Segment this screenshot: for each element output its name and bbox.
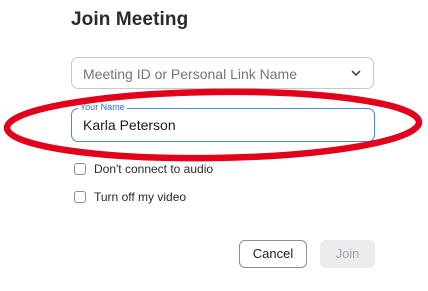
dont-connect-audio-checkbox[interactable] — [74, 163, 86, 175]
your-name-label: Your Name — [78, 102, 127, 113]
meeting-id-select[interactable]: Meeting ID or Personal Link Name — [71, 57, 374, 89]
your-name-field[interactable]: Your Name Karla Peterson — [71, 102, 375, 142]
dont-connect-audio-label: Don't connect to audio — [94, 162, 214, 176]
cancel-button[interactable]: Cancel — [239, 240, 307, 268]
turn-off-video-label: Turn off my video — [94, 190, 187, 204]
join-button[interactable]: Join — [320, 240, 375, 268]
dialog-title: Join Meeting — [71, 9, 189, 30]
meeting-id-placeholder: Meeting ID or Personal Link Name — [83, 66, 297, 82]
your-name-input[interactable]: Karla Peterson — [83, 117, 176, 133]
chevron-down-icon[interactable] — [351, 69, 361, 77]
turn-off-video-checkbox[interactable] — [74, 191, 86, 203]
